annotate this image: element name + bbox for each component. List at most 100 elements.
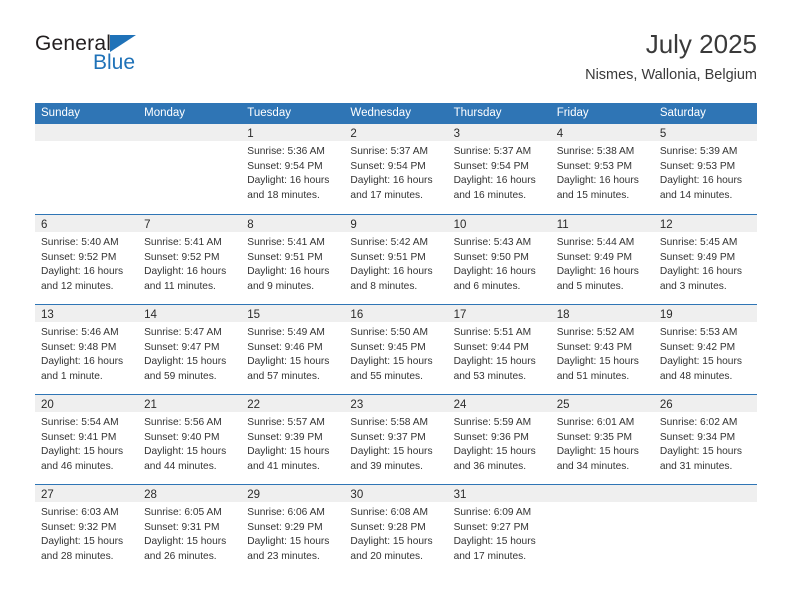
day-number-band [550, 485, 654, 502]
day-detail-line: Sunrise: 5:49 AM [247, 327, 325, 338]
title-block: July 2025 Nismes, Wallonia, Belgium [585, 28, 757, 86]
day-detail-line: Sunrise: 5:41 AM [144, 237, 222, 248]
day-detail-line: Sunset: 9:47 PM [144, 341, 220, 353]
day-detail-line: and 39 minutes. [350, 460, 423, 472]
weekday-header-saturday: Saturday [659, 107, 706, 119]
day-detail-line: and 34 minutes. [556, 460, 630, 472]
day-number-band [138, 124, 242, 141]
calendar-day-cell[interactable]: 13 Sunrise: 5:46 AM Sunset: 9:48 PM Dayligh… [35, 305, 139, 394]
day-details: Sunrise: 5:45 AM Sunset: 9:49 PM Daylight:… [654, 232, 757, 294]
day-number-band: 29 [241, 485, 345, 502]
day-detail-line: Sunrise: 5:39 AM [659, 146, 738, 157]
calendar-day-cell[interactable]: 31 Sunrise: 6:09 AM Sunset: 9:27 PM Dayligh… [447, 485, 551, 574]
day-details: Sunrise: 5:49 AM Sunset: 9:46 PM Daylight:… [241, 322, 344, 384]
day-detail-line: and 9 minutes. [247, 280, 315, 292]
calendar-day-cell-empty [653, 485, 757, 574]
brand-logo[interactable]: General Blue [35, 32, 295, 88]
calendar-day-cell[interactable]: 30 Sunrise: 6:08 AM Sunset: 9:28 PM Dayligh… [344, 485, 448, 574]
calendar-day-cell[interactable]: 5 Sunrise: 5:39 AM Sunset: 9:53 PM Daylight… [653, 124, 757, 214]
day-detail-line: Sunset: 9:35 PM [556, 431, 633, 443]
calendar-day-cell[interactable]: 7 Sunrise: 5:41 AM Sunset: 9:52 PM Daylight… [138, 215, 242, 304]
day-details: Sunrise: 6:01 AM Sunset: 9:35 PM Daylight:… [551, 412, 654, 474]
calendar-day-cell[interactable]: 20 Sunrise: 5:54 AM Sunset: 9:41 PM Dayligh… [35, 395, 139, 484]
day-detail-line: Daylight: 16 hours [247, 175, 330, 187]
day-number: 12 [659, 219, 673, 231]
calendar-day-cell[interactable]: 1 Sunrise: 5:36 AM Sunset: 9:54 PM Daylight… [241, 124, 345, 214]
day-details: Sunrise: 5:46 AM Sunset: 9:48 PM Daylight:… [35, 322, 138, 384]
day-number: 14 [144, 309, 157, 321]
calendar-day-cell[interactable]: 9 Sunrise: 5:42 AM Sunset: 9:51 PM Daylight… [344, 215, 448, 304]
day-details: Sunrise: 6:06 AM Sunset: 9:29 PM Daylight:… [241, 502, 344, 564]
day-detail-line: Daylight: 15 hours [350, 446, 433, 458]
day-details: Sunrise: 6:03 AM Sunset: 9:32 PM Daylight:… [35, 502, 138, 564]
day-detail-line: Sunset: 9:31 PM [144, 521, 220, 533]
calendar-day-cell[interactable]: 11 Sunrise: 5:44 AM Sunset: 9:49 PM Dayligh… [550, 215, 654, 304]
day-detail-line: Sunset: 9:53 PM [659, 160, 736, 172]
calendar-day-cell[interactable]: 29 Sunrise: 6:06 AM Sunset: 9:29 PM Dayligh… [241, 485, 345, 574]
day-details: Sunrise: 5:43 AM Sunset: 9:50 PM Daylight:… [448, 232, 551, 294]
calendar-day-cell[interactable]: 15 Sunrise: 5:49 AM Sunset: 9:46 PM Dayligh… [241, 305, 345, 394]
day-number-band: 24 [447, 395, 551, 412]
day-detail-line: Daylight: 15 hours [144, 536, 227, 548]
day-number-band: 20 [35, 395, 139, 412]
day-detail-line: Sunrise: 5:50 AM [350, 327, 429, 338]
day-detail-line: Sunset: 9:46 PM [247, 341, 323, 353]
calendar-day-cell[interactable]: 3 Sunrise: 5:37 AM Sunset: 9:54 PM Daylight… [447, 124, 551, 214]
day-detail-line: Sunset: 9:37 PM [350, 431, 426, 443]
day-detail-line: Sunset: 9:40 PM [144, 431, 220, 443]
day-detail-line: Sunset: 9:50 PM [453, 251, 529, 263]
day-detail-line: Daylight: 15 hours [144, 446, 227, 458]
weekday-header-friday: Friday [556, 107, 589, 119]
day-detail-line: Sunset: 9:54 PM [350, 160, 426, 172]
calendar-day-cell[interactable]: 23 Sunrise: 5:58 AM Sunset: 9:37 PM Dayligh… [344, 395, 448, 484]
day-detail-line: Sunrise: 5:43 AM [453, 237, 532, 248]
day-detail-line: Sunset: 9:49 PM [659, 251, 736, 263]
day-details: Sunrise: 5:47 AM Sunset: 9:47 PM Daylight:… [138, 322, 241, 384]
day-details: Sunrise: 5:41 AM Sunset: 9:52 PM Daylight:… [138, 232, 241, 294]
day-detail-line: Sunrise: 5:40 AM [41, 237, 119, 248]
calendar-day-cell[interactable]: 18 Sunrise: 5:52 AM Sunset: 9:43 PM Dayligh… [550, 305, 654, 394]
calendar-day-cell[interactable]: 19 Sunrise: 5:53 AM Sunset: 9:42 PM Dayligh… [653, 305, 757, 394]
day-detail-line: Daylight: 16 hours [453, 175, 536, 187]
calendar-day-cell[interactable]: 26 Sunrise: 6:02 AM Sunset: 9:34 PM Dayligh… [653, 395, 757, 484]
calendar-day-cell[interactable]: 4 Sunrise: 5:38 AM Sunset: 9:53 PM Daylight… [550, 124, 654, 214]
calendar-day-cell[interactable]: 22 Sunrise: 5:57 AM Sunset: 9:39 PM Dayligh… [241, 395, 345, 484]
calendar-day-cell[interactable]: 17 Sunrise: 5:51 AM Sunset: 9:44 PM Dayligh… [447, 305, 551, 394]
day-details [551, 502, 654, 506]
day-detail-line: and 57 minutes. [247, 370, 320, 382]
calendar-day-cell[interactable]: 6 Sunrise: 5:40 AM Sunset: 9:52 PM Daylight… [35, 215, 139, 304]
day-detail-line: Daylight: 15 hours [41, 446, 124, 458]
day-detail-line: Daylight: 16 hours [659, 266, 742, 278]
calendar-day-cell[interactable]: 21 Sunrise: 5:56 AM Sunset: 9:40 PM Dayligh… [138, 395, 242, 484]
day-detail-line: Daylight: 15 hours [247, 536, 330, 548]
calendar-day-cell[interactable]: 28 Sunrise: 6:05 AM Sunset: 9:31 PM Dayligh… [138, 485, 242, 574]
day-number: 9 [350, 219, 357, 231]
day-number-band: 16 [344, 305, 448, 322]
day-number: 27 [41, 489, 54, 501]
day-number-band: 27 [35, 485, 139, 502]
calendar-day-cell[interactable]: 8 Sunrise: 5:41 AM Sunset: 9:51 PM Daylight… [241, 215, 345, 304]
day-number-band: 12 [653, 215, 757, 232]
calendar-day-cell[interactable]: 12 Sunrise: 5:45 AM Sunset: 9:49 PM Dayligh… [653, 215, 757, 304]
calendar-week-row: 1 Sunrise: 5:36 AM Sunset: 9:54 PM Daylight… [35, 124, 757, 214]
calendar-day-cell[interactable]: 10 Sunrise: 5:43 AM Sunset: 9:50 PM Dayligh… [447, 215, 551, 304]
day-detail-line: Daylight: 15 hours [144, 356, 227, 368]
page-title: July 2025 [645, 29, 757, 59]
calendar-day-cell[interactable]: 25 Sunrise: 6:01 AM Sunset: 9:35 PM Dayligh… [550, 395, 654, 484]
day-number: 16 [350, 309, 364, 321]
day-details: Sunrise: 5:40 AM Sunset: 9:52 PM Daylight:… [35, 232, 138, 294]
day-number-band: 26 [653, 395, 757, 412]
calendar-day-cell[interactable]: 2 Sunrise: 5:37 AM Sunset: 9:54 PM Daylight… [344, 124, 448, 214]
calendar-day-cell[interactable]: 14 Sunrise: 5:47 AM Sunset: 9:47 PM Dayligh… [138, 305, 242, 394]
day-detail-line: and 23 minutes. [247, 550, 320, 562]
calendar-day-cell[interactable]: 16 Sunrise: 5:50 AM Sunset: 9:45 PM Dayligh… [344, 305, 448, 394]
day-detail-line: Daylight: 16 hours [144, 266, 227, 278]
day-detail-line: and 12 minutes. [41, 280, 114, 292]
day-detail-line: and 48 minutes. [659, 370, 733, 382]
calendar-page: General Blue July 2025 Nismes, Wallonia,… [0, 0, 792, 612]
calendar-day-cell[interactable]: 24 Sunrise: 5:59 AM Sunset: 9:36 PM Dayligh… [447, 395, 551, 484]
calendar-day-cell[interactable]: 27 Sunrise: 6:03 AM Sunset: 9:32 PM Dayligh… [35, 485, 139, 574]
day-detail-line: Daylight: 15 hours [453, 536, 536, 548]
day-detail-line: Sunrise: 5:38 AM [556, 146, 635, 157]
day-number: 31 [453, 489, 467, 501]
